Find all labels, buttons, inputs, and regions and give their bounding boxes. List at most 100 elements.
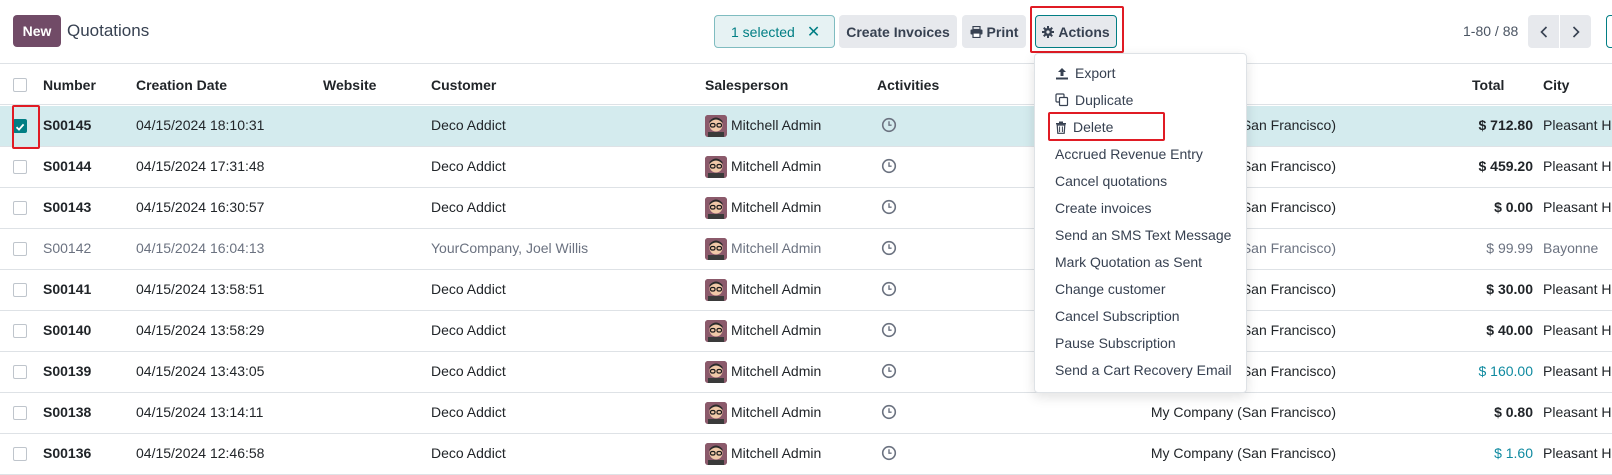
row-checkbox[interactable] — [13, 324, 27, 338]
menu-item-change-customer[interactable]: Change customer — [1055, 281, 1166, 297]
row-salesperson: Mitchell Admin — [731, 404, 822, 420]
row-creation-date: 04/15/2024 18:10:31 — [136, 117, 265, 133]
row-total: $ 30.00 — [1486, 281, 1533, 297]
select-all-checkbox[interactable] — [13, 78, 27, 92]
row-number: S00141 — [43, 281, 92, 297]
row-checkbox[interactable] — [13, 365, 27, 379]
column-total[interactable]: Total — [1472, 77, 1504, 93]
actions-dropdown-menu: Export Duplicate Delete Accrued Revenue Ent… — [1034, 53, 1247, 393]
activity-clock-icon[interactable] — [881, 404, 897, 420]
row-city: Pleasant H — [1543, 363, 1612, 379]
table-row[interactable]: S00138 04/15/2024 13:14:11 Deco Addict Mitc… — [0, 393, 1612, 434]
table-row[interactable]: S00142 04/15/2024 16:04:13 YourCompany, Jo… — [0, 229, 1612, 270]
row-customer: Deco Addict — [431, 281, 506, 297]
activity-clock-icon[interactable] — [881, 281, 897, 297]
row-company: My Company (San Francisco) — [1150, 404, 1336, 420]
column-website[interactable]: Website — [323, 77, 376, 93]
column-number[interactable]: Number — [43, 77, 96, 93]
row-customer: Deco Addict — [431, 199, 506, 215]
row-company: San Francisco) — [1241, 281, 1336, 297]
view-switcher-edge[interactable] — [1606, 15, 1612, 48]
selection-count: 1 selected — [731, 23, 795, 40]
row-total: $ 1.60 — [1494, 445, 1533, 461]
row-salesperson: Mitchell Admin — [731, 199, 822, 215]
row-creation-date: 04/15/2024 13:58:51 — [136, 281, 265, 297]
row-checkbox[interactable] — [13, 447, 27, 461]
menu-item-cancel-subscription[interactable]: Cancel Subscription — [1055, 308, 1180, 324]
menu-item-duplicate[interactable]: Duplicate — [1055, 92, 1133, 108]
column-creation-date[interactable]: Creation Date — [136, 77, 227, 93]
avatar — [705, 320, 727, 342]
activity-clock-icon[interactable] — [881, 158, 897, 174]
row-creation-date: 04/15/2024 13:58:29 — [136, 322, 265, 338]
activity-clock-icon[interactable] — [881, 363, 897, 379]
menu-item-export[interactable]: Export — [1055, 65, 1115, 81]
row-checkbox[interactable] — [13, 283, 27, 297]
table-row[interactable]: S00141 04/15/2024 13:58:51 Deco Addict Mitc… — [0, 270, 1612, 311]
activity-clock-icon[interactable] — [881, 117, 897, 133]
highlight-delete-box — [1048, 112, 1165, 141]
menu-item-label: Export — [1075, 65, 1116, 81]
avatar — [705, 361, 727, 383]
next-page-button[interactable] — [1560, 15, 1591, 48]
table-row[interactable]: S00136 04/15/2024 12:46:58 Deco Addict Mitc… — [0, 434, 1612, 475]
column-customer[interactable]: Customer — [431, 77, 496, 93]
row-creation-date: 04/15/2024 16:04:13 — [136, 240, 265, 256]
row-city: Pleasant H — [1543, 158, 1612, 174]
menu-item-cancel-quotations[interactable]: Cancel quotations — [1055, 173, 1167, 189]
row-company: My Company (San Francisco) — [1150, 445, 1336, 461]
table-row[interactable]: S00140 04/15/2024 13:58:29 Deco Addict Mitc… — [0, 311, 1612, 352]
menu-item-create-invoices[interactable]: Create invoices — [1055, 200, 1152, 216]
row-salesperson: Mitchell Admin — [731, 281, 822, 297]
activity-clock-icon[interactable] — [881, 322, 897, 338]
row-checkbox[interactable] — [13, 201, 27, 215]
menu-item-send-an-sms-text-message[interactable]: Send an SMS Text Message — [1055, 227, 1231, 243]
clear-selection-icon[interactable]: ✕ — [807, 22, 820, 42]
activity-clock-icon[interactable] — [881, 199, 897, 215]
row-city: Bayonne — [1543, 240, 1599, 256]
menu-item-mark-quotation-as-sent[interactable]: Mark Quotation as Sent — [1055, 254, 1202, 270]
column-city[interactable]: City — [1543, 77, 1569, 93]
row-salesperson: Mitchell Admin — [731, 363, 822, 379]
row-checkbox[interactable] — [13, 242, 27, 256]
avatar — [705, 238, 727, 260]
row-checkbox[interactable] — [13, 406, 27, 420]
row-company: San Francisco) — [1241, 199, 1336, 215]
row-city: Pleasant H — [1543, 445, 1612, 461]
new-button[interactable]: New — [13, 15, 61, 47]
row-total: $ 160.00 — [1478, 363, 1534, 379]
table-row[interactable]: S00145 04/15/2024 18:10:31 Deco Addict Mitc… — [0, 106, 1612, 147]
menu-item-label: Cancel Subscription — [1055, 308, 1180, 324]
column-salesperson[interactable]: Salesperson — [705, 77, 788, 93]
highlight-actions-box — [1030, 6, 1124, 53]
menu-item-accrued-revenue-entry[interactable]: Accrued Revenue Entry — [1055, 146, 1203, 162]
pager-value[interactable]: 1-80 / 88 — [1463, 23, 1518, 39]
upload-icon — [1055, 67, 1075, 80]
previous-page-button[interactable] — [1528, 15, 1559, 48]
highlight-checkbox-box — [12, 105, 40, 149]
activity-clock-icon[interactable] — [881, 240, 897, 256]
avatar — [705, 279, 727, 301]
activity-clock-icon[interactable] — [881, 445, 897, 461]
row-customer: Deco Addict — [431, 322, 506, 338]
row-salesperson: Mitchell Admin — [731, 117, 822, 133]
create-invoices-button[interactable]: Create Invoices — [839, 15, 957, 48]
table-header: Number Creation Date Website Customer Sa… — [0, 65, 1612, 105]
row-city: Pleasant H — [1543, 281, 1612, 297]
table-row[interactable]: S00143 04/15/2024 16:30:57 Deco Addict Mitc… — [0, 188, 1612, 229]
table-row[interactable]: S00139 04/15/2024 13:43:05 Deco Addict Mitc… — [0, 352, 1612, 393]
table-row[interactable]: S00144 04/15/2024 17:31:48 Deco Addict Mitc… — [0, 147, 1612, 188]
page-title: Quotations — [67, 21, 150, 40]
row-total: $ 99.99 — [1486, 240, 1533, 256]
column-activities[interactable]: Activities — [877, 77, 939, 93]
print-button[interactable]: Print — [962, 15, 1026, 48]
row-customer: Deco Addict — [431, 445, 506, 461]
row-customer: Deco Addict — [431, 404, 506, 420]
row-creation-date: 04/15/2024 17:31:48 — [136, 158, 265, 174]
menu-item-send-a-cart-recovery-email[interactable]: Send a Cart Recovery Email — [1055, 362, 1232, 378]
row-number: S00144 — [43, 158, 92, 174]
chevron-left-icon — [1539, 25, 1547, 38]
row-checkbox[interactable] — [13, 160, 27, 174]
print-label: Print — [986, 23, 1019, 40]
menu-item-pause-subscription[interactable]: Pause Subscription — [1055, 335, 1176, 351]
